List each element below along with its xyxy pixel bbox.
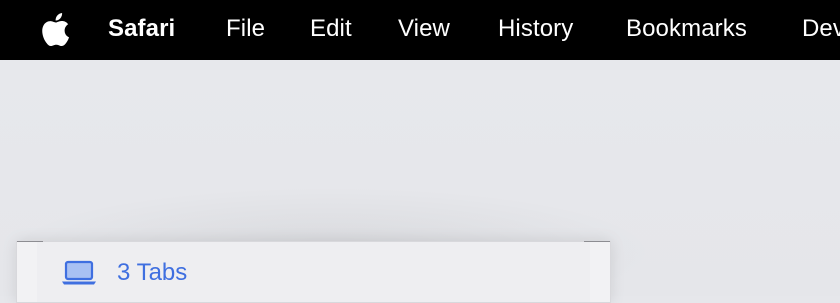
menu-bar: Safari File Edit View History Bookmarks … — [0, 0, 840, 60]
apple-logo-icon[interactable] — [40, 13, 70, 46]
menu-develop[interactable]: Dev — [802, 0, 840, 60]
menu-view[interactable]: View — [398, 0, 450, 60]
tabs-count-label[interactable]: 3 Tabs — [117, 259, 187, 287]
menu-app-safari[interactable]: Safari — [108, 0, 175, 60]
laptop-icon — [62, 260, 96, 285]
menu-history[interactable]: History — [498, 0, 573, 60]
device-tabs-row[interactable]: 3 Tabs — [61, 258, 187, 288]
menu-bookmarks[interactable]: Bookmarks — [626, 0, 747, 60]
tabs-panel: 3 Tabs — [16, 241, 611, 303]
menu-file[interactable]: File — [226, 0, 265, 60]
menu-edit[interactable]: Edit — [310, 0, 352, 60]
